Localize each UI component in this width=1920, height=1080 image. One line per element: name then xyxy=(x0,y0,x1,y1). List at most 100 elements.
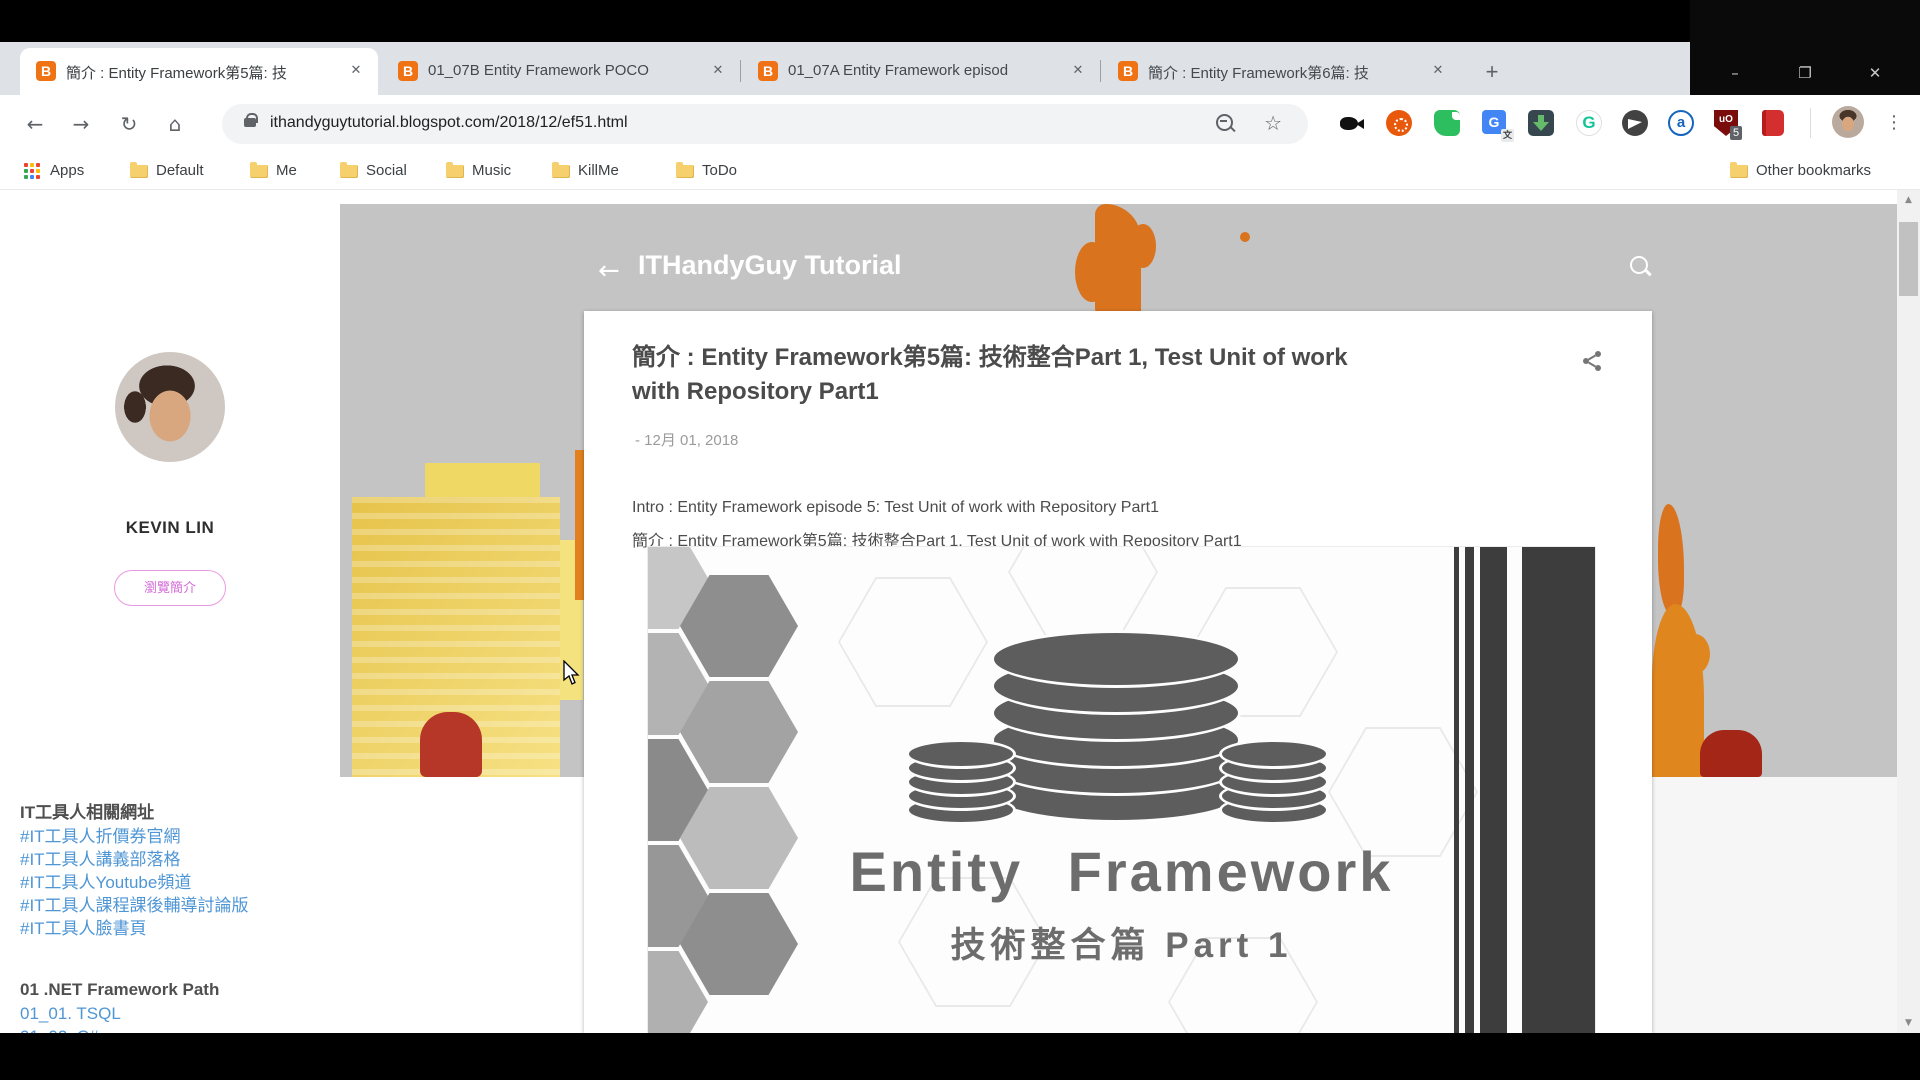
page-content: ← ITHandyGuy Tutorial KEVIN LIN 瀏覽簡介 IT工… xyxy=(0,190,1897,1033)
tab-separator xyxy=(740,60,741,82)
database-stack-small xyxy=(1219,739,1329,829)
right-gutter xyxy=(1652,777,1897,1033)
post-figure[interactable]: Entity Framework 技術整合篇 Part 1 xyxy=(648,547,1595,1033)
background-art xyxy=(1652,604,1704,777)
hexagon-decoration xyxy=(1008,547,1158,637)
download-extension-icon[interactable] xyxy=(1528,110,1556,138)
sidebar-link-blog[interactable]: #IT工具人講義部落格 xyxy=(20,845,181,870)
sidebar-section2-header: 01 .NET Framework Path xyxy=(20,980,219,1000)
mouse-cursor xyxy=(563,660,585,686)
ublock-badge: 5 xyxy=(1730,126,1742,140)
folder-label: Me xyxy=(276,159,297,183)
folder-icon xyxy=(552,165,570,178)
sidebar-link-coupon[interactable]: #IT工具人折價券官網 xyxy=(20,822,181,847)
back-arrow-icon[interactable]: ← xyxy=(598,256,620,286)
secure-lock-icon[interactable] xyxy=(244,118,256,127)
dictionary-extension-icon[interactable] xyxy=(1762,110,1790,138)
grammarly-extension-icon[interactable]: G xyxy=(1576,110,1604,138)
tab-01-07a[interactable]: B 01_07A Entity Framework episod ✕ xyxy=(742,48,1100,95)
evernote-extension-icon[interactable] xyxy=(1434,110,1462,138)
folder-label: KillMe xyxy=(578,159,619,183)
folder-icon xyxy=(1730,165,1748,178)
background-art xyxy=(1658,504,1684,614)
reload-icon[interactable]: ↻ xyxy=(114,109,144,139)
alexa-extension-icon[interactable]: a xyxy=(1668,110,1696,138)
back-icon[interactable]: ← xyxy=(20,109,50,139)
sidebar-link-facebook[interactable]: #IT工具人臉書頁 xyxy=(20,914,147,939)
figure-title: Entity Framework xyxy=(648,839,1595,904)
restore-button[interactable]: ❐ xyxy=(1782,58,1828,88)
search-icon[interactable] xyxy=(1630,256,1654,280)
zoom-out-icon[interactable] xyxy=(1216,114,1236,134)
tab-ef6[interactable]: B 簡介 : Entity Framework第6篇: 技 ✕ xyxy=(1102,48,1460,95)
scroll-up-icon[interactable]: ▲ xyxy=(1897,190,1920,210)
browser-menu-icon[interactable]: ⋮ xyxy=(1882,108,1906,138)
bookmarks-bar: Apps Default Me Social Music KillMe ToDo xyxy=(0,152,1920,190)
tab-ef5[interactable]: B 簡介 : Entity Framework第5篇: 技 ✕ xyxy=(20,48,378,95)
background-art xyxy=(1700,730,1762,777)
apps-grid-icon xyxy=(24,163,40,179)
bookmark-star-icon[interactable]: ☆ xyxy=(1264,111,1282,135)
orange-circle-extension-icon[interactable] xyxy=(1386,110,1414,138)
screen: B 簡介 : Entity Framework第5篇: 技 ✕ B 01_07B… xyxy=(0,0,1920,1080)
bar-decoration xyxy=(1522,547,1595,1033)
tab-title: 簡介 : Entity Framework第6篇: 技 xyxy=(1148,62,1413,82)
sidebar-link-tsql[interactable]: 01_01. TSQL xyxy=(20,1004,121,1024)
fish-extension-icon[interactable] xyxy=(1338,110,1366,138)
blogger-favicon: B xyxy=(398,61,418,81)
home-icon[interactable]: ⌂ xyxy=(160,109,190,139)
letterbox-top xyxy=(0,0,1920,42)
folder-label: ToDo xyxy=(702,159,737,183)
tab-01-07b[interactable]: B 01_07B Entity Framework POCO ✕ xyxy=(382,48,740,95)
apps-label: Apps xyxy=(50,159,84,183)
post-date: - 12月 01, 2018 xyxy=(635,429,738,450)
scroll-down-icon[interactable]: ▼ xyxy=(1897,1013,1920,1033)
folder-label: Music xyxy=(472,159,511,183)
post-body-line: Intro : Entity Framework episode 5: Test… xyxy=(632,499,1159,517)
tab-close-icon[interactable]: ✕ xyxy=(1068,61,1088,81)
blogger-favicon: B xyxy=(36,61,56,81)
page-scrollbar[interactable]: ▲ ▼ xyxy=(1897,190,1920,1033)
database-stack-large xyxy=(991,631,1241,831)
folder-icon xyxy=(676,165,694,178)
hexagon-decoration xyxy=(838,577,988,707)
forward-icon[interactable]: → xyxy=(66,109,96,139)
bar-decoration xyxy=(1480,547,1507,1033)
bird-extension-icon[interactable] xyxy=(1622,110,1650,138)
tab-close-icon[interactable]: ✕ xyxy=(708,61,728,81)
url-text[interactable]: ithandyguytutorial.blogspot.com/2018/12/… xyxy=(270,114,628,132)
share-icon[interactable] xyxy=(1580,349,1604,373)
translate-extension-icon[interactable]: G xyxy=(1482,110,1510,138)
ublock-extension-icon[interactable]: uO 5 xyxy=(1714,110,1742,138)
sidebar-link-youtube[interactable]: #IT工具人Youtube頻道 xyxy=(20,868,191,893)
tab-title: 簡介 : Entity Framework第5篇: 技 xyxy=(66,62,331,82)
minimize-button[interactable]: – xyxy=(1712,58,1758,88)
sidebar-link-forum[interactable]: #IT工具人課程課後輔導討論版 xyxy=(20,891,249,916)
background-art xyxy=(575,450,584,600)
figure-subtitle: 技術整合篇 Part 1 xyxy=(648,917,1595,968)
folder-label: Social xyxy=(366,159,407,183)
view-profile-button[interactable]: 瀏覽簡介 xyxy=(114,570,226,606)
background-art xyxy=(1130,224,1156,268)
post-card: 簡介 : Entity Framework第5篇: 技術整合Part 1, Te… xyxy=(584,311,1652,1033)
database-stack-small xyxy=(906,739,1016,829)
new-tab-button[interactable]: + xyxy=(1478,58,1506,86)
bar-decoration xyxy=(1465,547,1474,1033)
toolbar-separator xyxy=(1810,108,1811,138)
folder-icon xyxy=(340,165,358,178)
scrollbar-thumb[interactable] xyxy=(1899,222,1918,296)
address-bar[interactable]: ithandyguytutorial.blogspot.com/2018/12/… xyxy=(222,104,1308,144)
profile-avatar[interactable] xyxy=(1832,106,1864,138)
close-button[interactable]: ✕ xyxy=(1852,58,1898,88)
background-art xyxy=(1240,232,1250,242)
tab-close-icon[interactable]: ✕ xyxy=(1428,61,1448,81)
tab-title: 01_07B Entity Framework POCO xyxy=(428,62,693,82)
profile-name: KEVIN LIN xyxy=(0,518,340,538)
blog-title[interactable]: ITHandyGuy Tutorial xyxy=(638,250,902,281)
tab-close-icon[interactable]: ✕ xyxy=(346,61,366,81)
folder-icon xyxy=(250,165,268,178)
other-bookmarks-label: Other bookmarks xyxy=(1756,159,1871,183)
blogger-favicon: B xyxy=(758,61,778,81)
sidebar-links-header: IT工具人相關網址 xyxy=(20,798,154,823)
profile-photo[interactable] xyxy=(115,352,225,462)
